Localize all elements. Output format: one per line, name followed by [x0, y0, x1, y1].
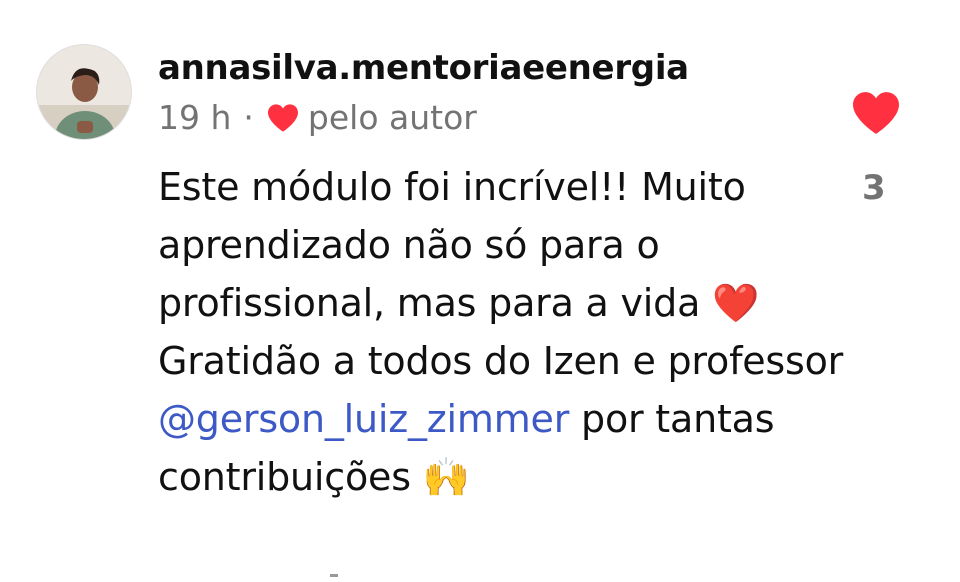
- avatar-image: [37, 45, 131, 139]
- raised-hands-emoji: 🙌: [422, 455, 470, 499]
- like-count[interactable]: 3: [862, 168, 886, 208]
- divider: [330, 574, 338, 577]
- mention-link[interactable]: @gerson_luiz_zimmer: [158, 397, 569, 441]
- liked-by-author-label: pelo autor: [307, 98, 477, 137]
- comment-text-part: Este módulo foi incrível!! Muito aprendi…: [158, 165, 746, 325]
- heart-icon: [853, 92, 899, 134]
- comment-text: Este módulo foi incrível!! Muito aprendi…: [158, 158, 848, 506]
- comment-text-part: Gratidão a todos do Izen e professor: [158, 339, 844, 383]
- username[interactable]: annasilva.mentoriaeenergia: [158, 48, 689, 88]
- like-button[interactable]: [850, 90, 902, 136]
- heart-icon: [267, 103, 298, 132]
- heart-emoji: ❤️: [712, 281, 760, 325]
- comment-meta: 19 h · pelo autor: [158, 98, 477, 137]
- timestamp[interactable]: 19 h: [158, 98, 231, 137]
- avatar[interactable]: [36, 44, 132, 140]
- separator: ·: [243, 98, 254, 137]
